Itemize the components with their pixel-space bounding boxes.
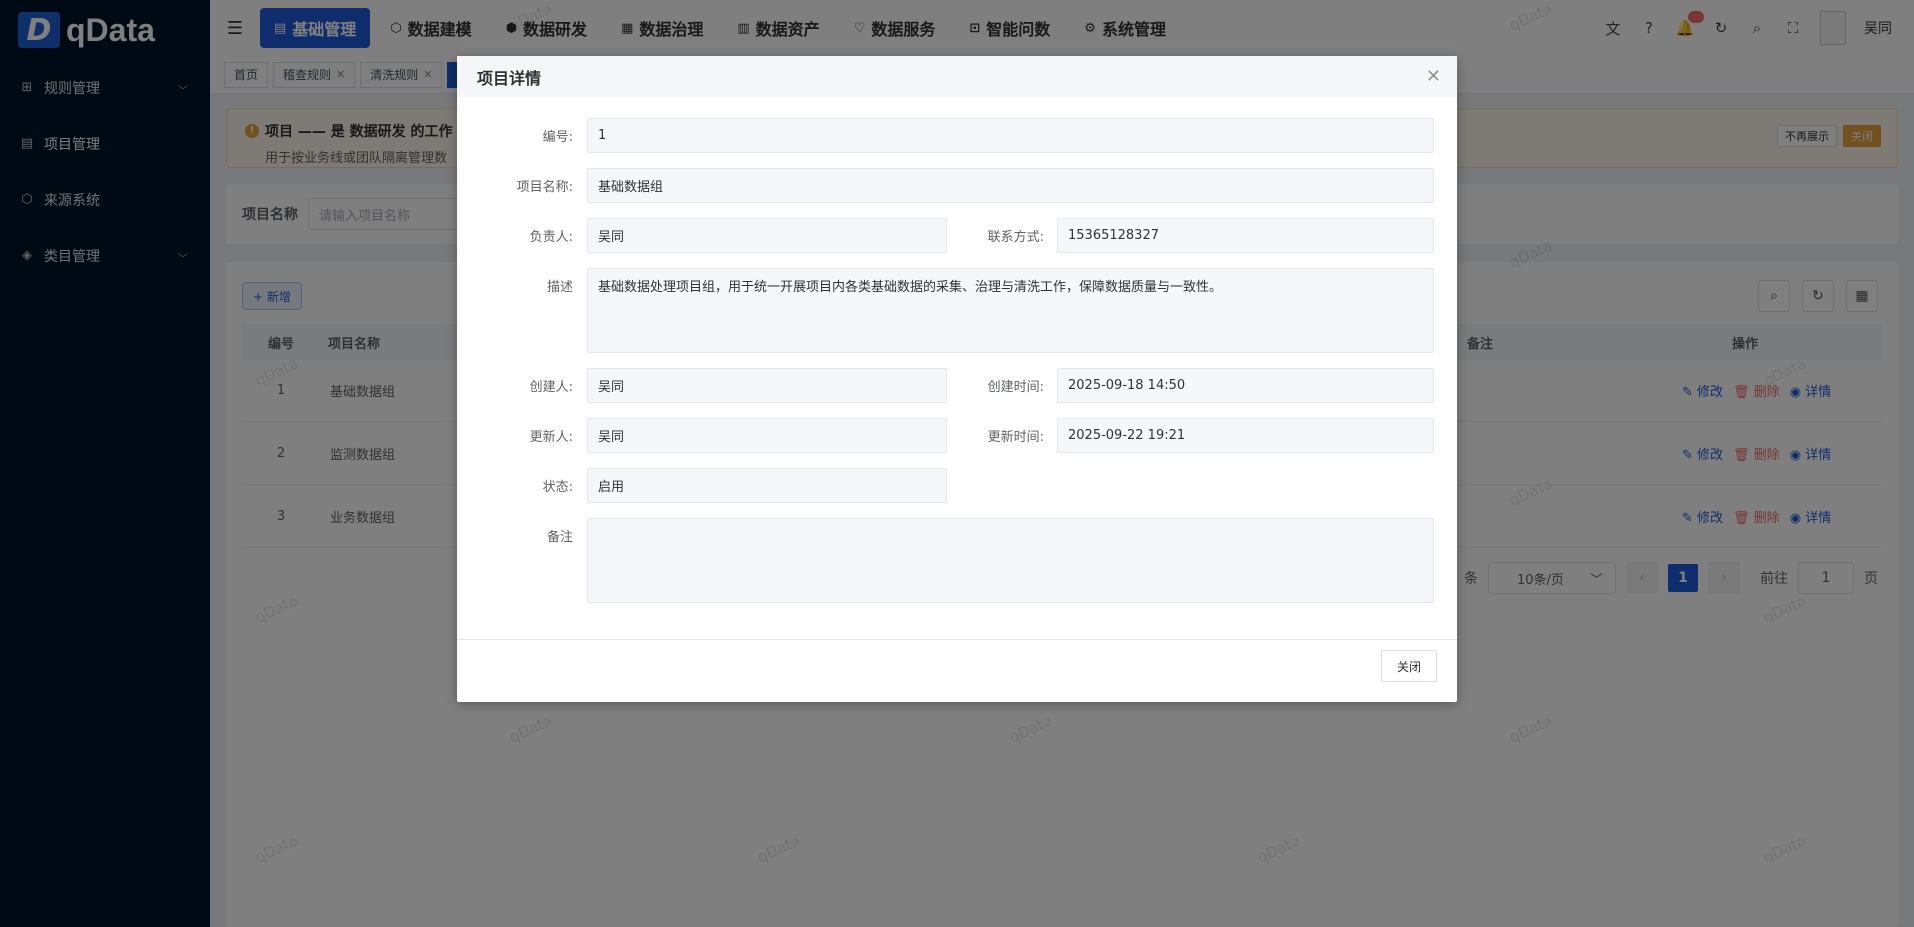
field-updater: 吴同: [587, 418, 947, 453]
field-label-remark: 备注: [546, 530, 573, 545]
field-name: 基础数据组: [587, 168, 1434, 203]
field-label-owner: 负责人:: [529, 230, 573, 245]
field-label-updater: 更新人:: [529, 430, 573, 445]
dialog-title: 项目详情: [477, 68, 542, 88]
project-detail-dialog: 项目详情 ✕ 编号: 1 项目名称: 基础数据组 负责人: 吴同 联系方式: 1…: [457, 56, 1457, 702]
field-owner: 吴同: [587, 218, 947, 253]
field-created-at: 2025-09-18 14:50: [1057, 368, 1434, 403]
close-button[interactable]: 关闭: [1381, 650, 1437, 682]
field-contact: 15365128327: [1057, 218, 1434, 253]
field-updated-at: 2025-09-22 19:21: [1057, 418, 1434, 453]
field-label-id: 编号:: [542, 130, 573, 145]
dialog-footer: 关闭: [457, 639, 1457, 702]
field-label-created-at: 创建时间:: [987, 380, 1044, 395]
field-status: 启用: [587, 468, 947, 503]
close-icon[interactable]: ✕: [1426, 66, 1441, 87]
field-label-updated-at: 更新时间:: [987, 430, 1044, 445]
dialog-header: 项目详情 ✕: [457, 56, 1457, 97]
field-label-status: 状态:: [542, 480, 573, 495]
field-remark: [587, 518, 1434, 603]
field-description: 基础数据处理项目组，用于统一开展项目内各类基础数据的采集、治理与清洗工作，保障数…: [587, 268, 1434, 353]
field-creator: 吴同: [587, 368, 947, 403]
field-label-contact: 联系方式:: [987, 230, 1044, 245]
field-label-name: 项目名称:: [516, 180, 573, 195]
field-label-creator: 创建人:: [529, 380, 573, 395]
field-label-description: 描述: [546, 280, 573, 295]
field-id: 1: [587, 118, 1434, 153]
